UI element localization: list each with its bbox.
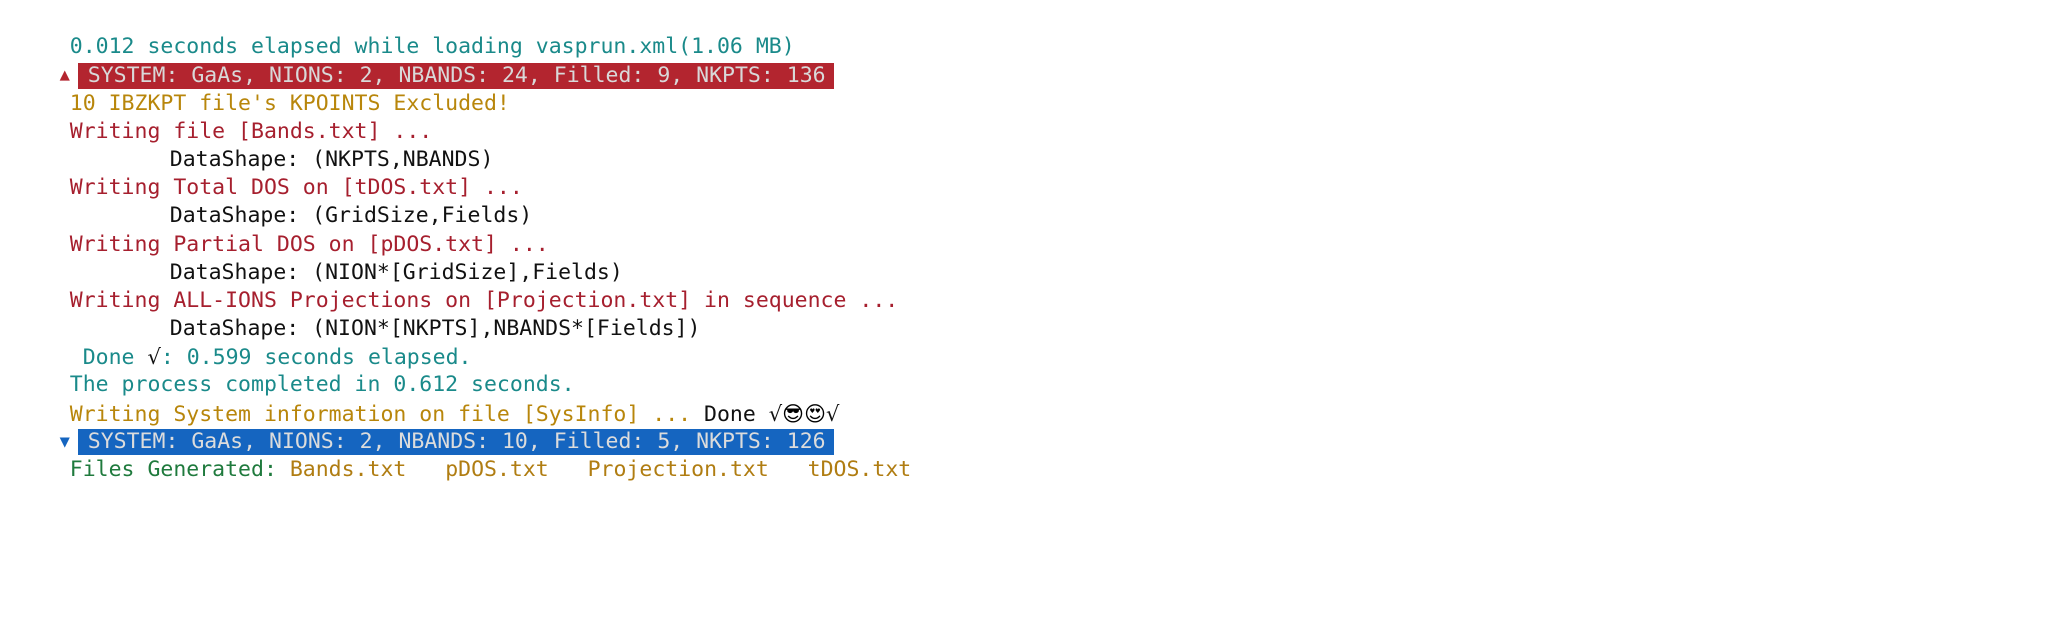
generated-file-name[interactable]: Projection.txt [588,457,769,482]
log-line-ibzkpt: 10 IBZKPT file's KPOINTS Excluded! [0,61,2060,116]
log-line-shape-pdos: DataShape: (NION*[GridSize],Fields) [0,231,2060,285]
log-line-sysinfo: Writing System information on file [SysI… [0,371,2060,427]
log-line-shape-tdos: DataShape: (GridSize,Fields) [0,174,2060,228]
files-generated-label: Files Generated: [69,457,290,483]
log-line-system-bottom: ▼ SYSTEM: GaAs, NIONS: 2, NBANDS: 10, Fil… [0,400,2060,455]
log-line-shape-bands: DataShape: (NKPTS,NBANDS) [0,118,2060,172]
file-separator [549,457,588,482]
file-separator [769,457,808,482]
generated-file-name[interactable]: Bands.txt [290,457,407,482]
log-line-process-completed: The process completed in 0.612 seconds. [0,343,2060,397]
log-line-writing-tdos: Writing Total DOS on [tDOS.txt] ... [0,146,2060,200]
terminal-output: 0.012 seconds elapsed while loading vasp… [0,5,2060,617]
log-line-writing-bands: Writing file [Bands.txt] ... [0,90,2060,144]
files-generated-list: Bands.txt pDOS.txt Projection.txt tDOS.t… [290,457,911,482]
generated-file-name[interactable]: pDOS.txt [445,457,549,482]
log-line-shape-projection: DataShape: (NION*[NKPTS],NBANDS*[Fields]… [0,287,2060,341]
log-line-writing-projection: Writing ALL-IONS Projections on [Project… [0,259,2060,313]
log-line-done-elapsed: Done √: 0.599 seconds elapsed. [0,315,2060,370]
log-line-writing-pdos: Writing Partial DOS on [pDOS.txt] ... [0,202,2060,257]
log-line-files-generated: Files Generated: Bands.txt pDOS.txt Proj… [0,428,2060,482]
generated-file-name[interactable]: tDOS.txt [808,457,912,482]
log-line-load-time: 0.012 seconds elapsed while loading vasp… [0,5,2060,59]
log-line-system-top: ▲ SYSTEM: GaAs, NIONS: 2, NBANDS: 24, Fil… [0,33,2060,89]
file-separator [406,457,445,482]
